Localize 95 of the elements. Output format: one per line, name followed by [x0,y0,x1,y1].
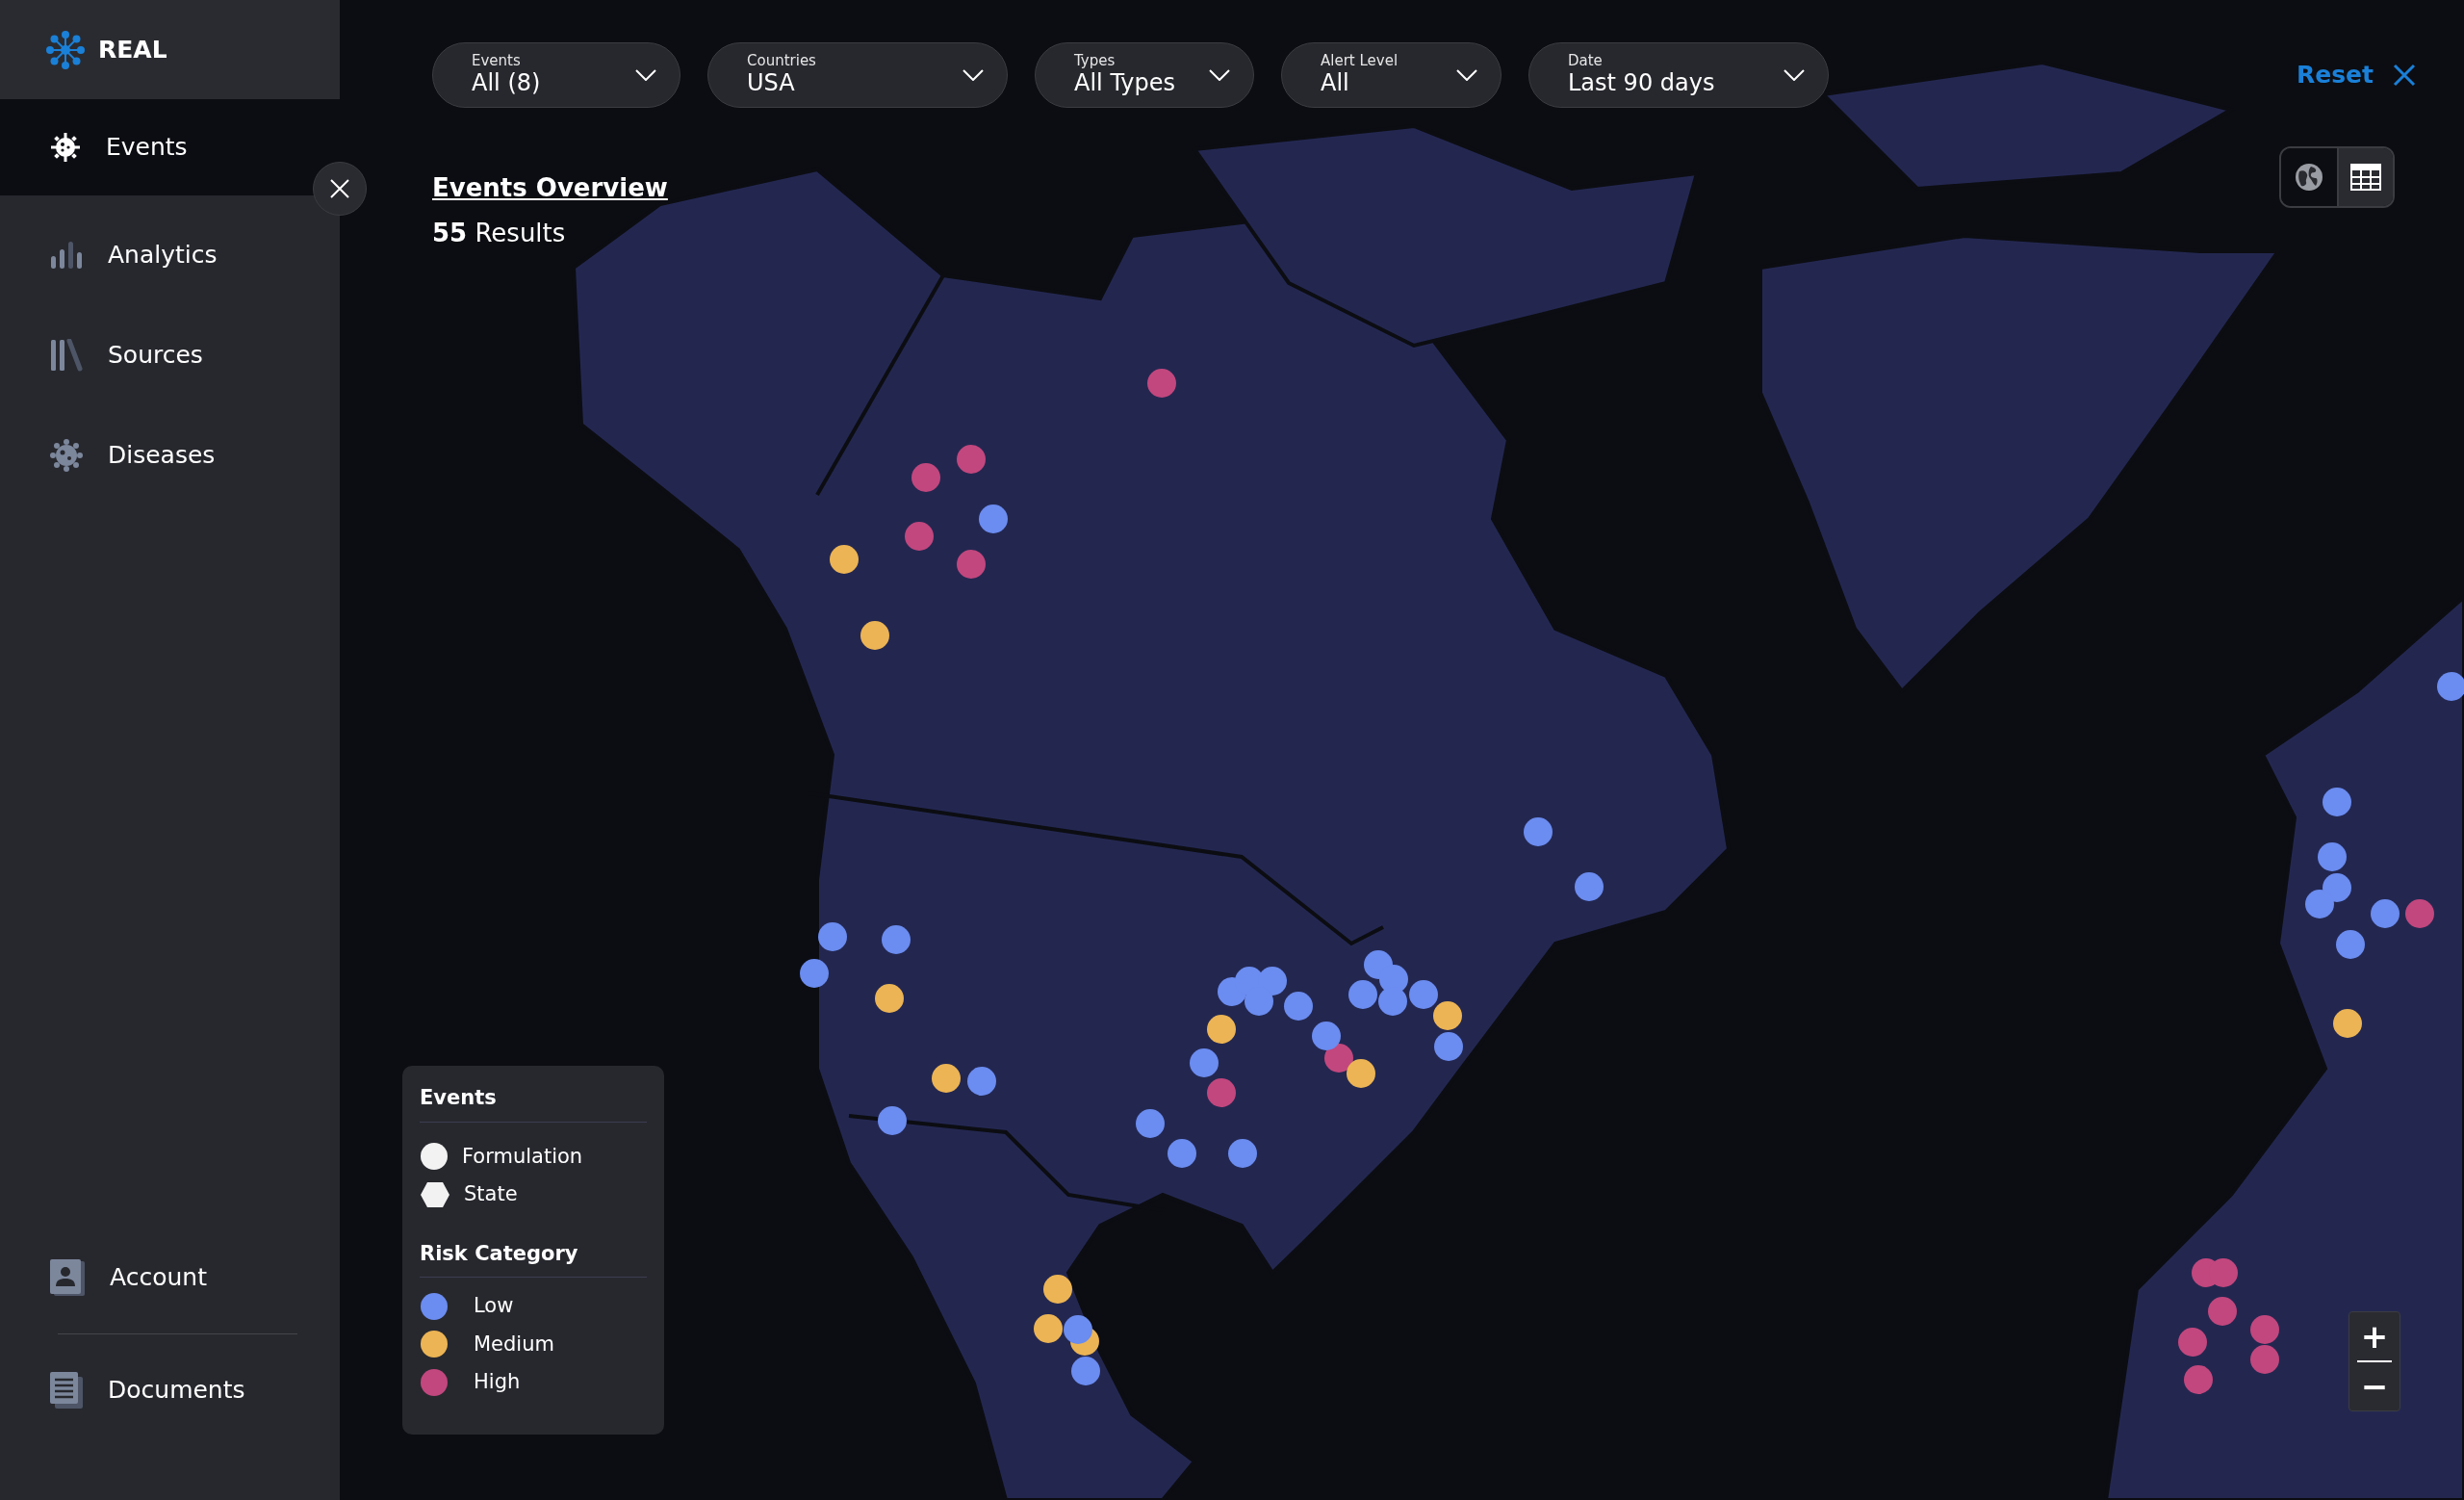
event-marker[interactable] [2405,899,2434,928]
event-marker[interactable] [2318,842,2347,871]
event-marker[interactable] [2178,1328,2207,1357]
filter-dropdown[interactable]: Events All (8) [432,42,680,108]
logo-icon [46,30,85,69]
legend-heading: Events [420,1083,647,1123]
nav-item[interactable]: Account [0,1228,340,1328]
legend-label: State [464,1181,518,1207]
event-marker[interactable] [1207,1015,1236,1044]
event-marker[interactable] [1434,1032,1463,1061]
chevron-down-icon [1784,69,1805,81]
chevron-down-icon [1209,69,1230,81]
event-marker[interactable] [1071,1357,1100,1385]
nav-item[interactable]: Events [0,99,340,195]
event-marker[interactable] [1147,369,1176,398]
event-marker[interactable] [2437,672,2464,701]
circle-icon [420,1142,449,1172]
legend-label: Low [474,1293,514,1319]
nav-item[interactable]: Sources [0,305,340,405]
globe-icon [2294,162,2324,193]
event-marker[interactable] [818,922,847,951]
filter-dropdown[interactable]: Date Last 90 days [1528,42,1829,108]
event-marker[interactable] [1136,1109,1165,1138]
brand-name: REAL [98,34,167,65]
event-marker[interactable] [1207,1078,1236,1107]
account-icon [50,1259,85,1296]
chevron-down-icon [635,69,656,81]
zoom-in-button[interactable]: + [2349,1312,2400,1360]
event-marker[interactable] [1043,1275,1072,1304]
event-marker[interactable] [1258,967,1287,996]
zoom-out-button[interactable]: − [2349,1362,2400,1410]
event-marker[interactable] [2333,1009,2362,1038]
event-marker[interactable] [800,959,829,988]
nav-item[interactable]: Analytics [0,205,340,305]
chevron-down-icon [1456,69,1477,81]
event-marker[interactable] [1228,1139,1257,1168]
event-marker[interactable] [2184,1365,2213,1394]
event-marker[interactable] [878,1106,907,1135]
event-marker[interactable] [979,504,1008,533]
event-marker[interactable] [2323,788,2351,816]
event-marker[interactable] [830,545,859,574]
table-view-toggle[interactable] [2337,148,2393,206]
filter-dropdown[interactable]: Types All Types [1035,42,1254,108]
event-marker[interactable] [2208,1297,2237,1326]
event-marker[interactable] [2336,930,2365,959]
event-marker[interactable] [1324,1044,1353,1073]
event-marker[interactable] [1168,1139,1196,1168]
event-marker[interactable] [875,984,904,1013]
event-marker[interactable] [1433,1001,1462,1030]
legend-label: Formulation [462,1143,583,1170]
event-marker[interactable] [860,621,889,650]
filter-dropdown[interactable]: Countries USA [707,42,1008,108]
legend-label: Medium [474,1331,554,1358]
event-marker[interactable] [1190,1048,1219,1077]
event-marker[interactable] [1347,1059,1375,1088]
event-marker[interactable] [967,1067,996,1096]
event-marker[interactable] [2250,1345,2279,1374]
virus-icon [50,132,81,163]
books-icon [50,339,83,372]
event-marker[interactable] [2323,873,2351,902]
event-marker[interactable] [911,463,940,492]
event-marker[interactable] [932,1064,961,1093]
bar-chart-icon [50,241,83,270]
event-marker[interactable] [1348,980,1377,1009]
event-marker[interactable] [2371,899,2400,928]
legend-label: High [474,1369,521,1395]
filter-dropdown[interactable]: Alert Level All [1281,42,1502,108]
event-marker[interactable] [1409,980,1438,1009]
close-icon [329,178,350,199]
documents-icon [50,1372,83,1409]
hexagon-icon [420,1180,450,1208]
event-marker[interactable] [1312,1022,1341,1050]
close-icon [2393,64,2416,87]
page-title[interactable]: Events Overview [432,173,668,202]
event-marker[interactable] [1378,987,1407,1016]
nav-item[interactable]: Documents [0,1340,340,1440]
event-marker[interactable] [957,445,986,474]
event-marker[interactable] [905,522,934,551]
reset-button[interactable]: Reset [2291,56,2422,94]
event-marker[interactable] [1284,992,1313,1021]
results-count: 55 Results [432,218,567,249]
event-marker[interactable] [1064,1315,1092,1344]
event-marker[interactable] [1524,817,1553,846]
event-marker[interactable] [1245,987,1273,1016]
event-marker[interactable] [882,925,911,954]
table-icon [2350,164,2381,191]
event-marker[interactable] [1575,872,1604,901]
event-marker[interactable] [2305,890,2334,918]
nav-item[interactable]: Diseases [0,405,340,505]
chevron-down-icon [962,69,984,81]
event-marker[interactable] [957,550,986,579]
event-marker[interactable] [2250,1315,2279,1344]
legend-heading: Risk Category [420,1238,647,1278]
event-marker[interactable] [1034,1314,1063,1343]
virus-icon [50,439,83,472]
